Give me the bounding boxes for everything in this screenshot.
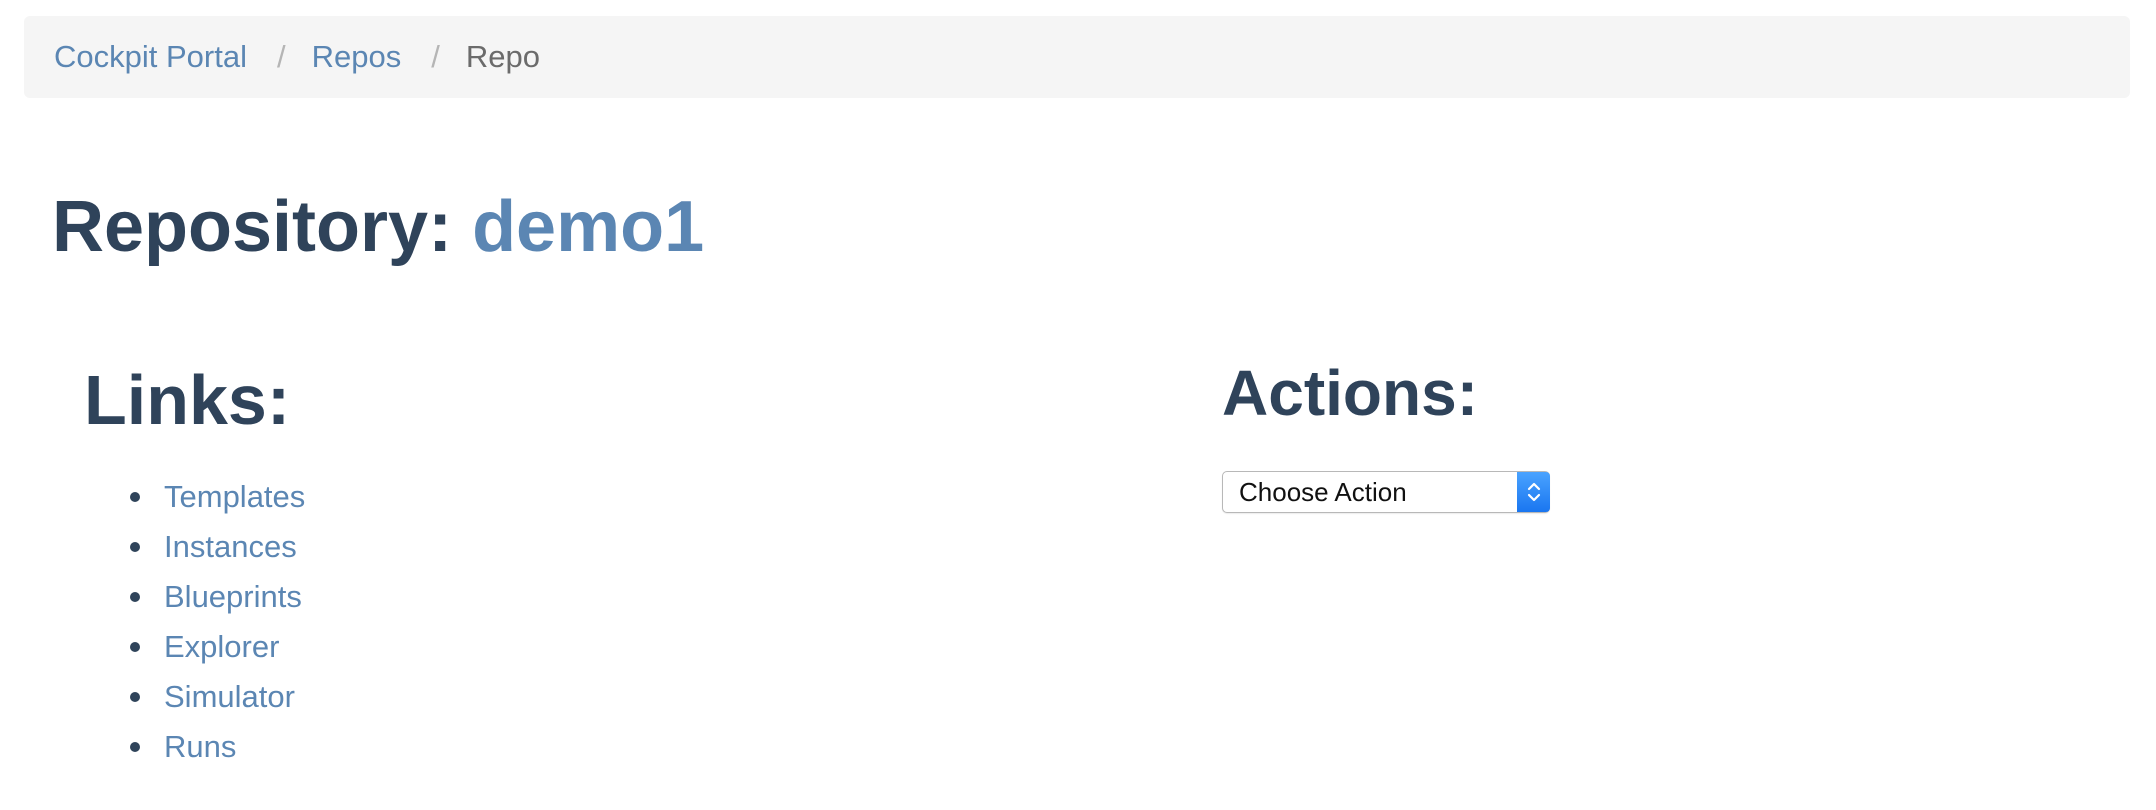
link-blueprints[interactable]: Blueprints (164, 579, 302, 615)
bullet-icon (130, 742, 140, 752)
updown-chevron-svg (1527, 482, 1540, 502)
link-runs[interactable]: Runs (164, 729, 236, 765)
breadcrumb-separator: / (431, 39, 440, 74)
list-item: Instances (130, 522, 305, 572)
page-title-prefix: Repository: (52, 187, 453, 267)
list-item: Simulator (130, 672, 305, 722)
breadcrumb-separator: / (276, 39, 286, 74)
repo-name-link[interactable]: demo1 (472, 187, 704, 267)
updown-chevron-icon[interactable] (1517, 472, 1550, 512)
link-instances[interactable]: Instances (164, 529, 297, 565)
link-templates[interactable]: Templates (164, 479, 305, 515)
action-select-value: Choose Action (1239, 476, 1407, 507)
list-item: Explorer (130, 622, 305, 672)
breadcrumb-current: Repo (465, 39, 540, 74)
list-item: Blueprints (130, 572, 305, 622)
list-item: Runs (130, 722, 305, 772)
link-explorer[interactable]: Explorer (164, 629, 279, 665)
bullet-icon (130, 492, 140, 502)
page: Cockpit Portal / Repos / Repo Repository… (0, 0, 2156, 810)
bullet-icon (130, 642, 140, 652)
breadcrumb-link-repos[interactable]: Repos (312, 39, 402, 75)
bullet-icon (130, 692, 140, 702)
list-item: Templates (130, 472, 305, 522)
links-list: Templates Instances Blueprints Explorer … (130, 472, 305, 772)
link-simulator[interactable]: Simulator (164, 679, 295, 715)
bullet-icon (130, 542, 140, 552)
breadcrumb-link-cockpit-portal[interactable]: Cockpit Portal (54, 39, 247, 75)
page-title: Repository: demo1 (52, 187, 704, 267)
breadcrumb: Cockpit Portal / Repos / Repo (24, 16, 2130, 98)
bullet-icon (130, 592, 140, 602)
actions-heading: Actions: (1222, 357, 1478, 429)
links-heading: Links: (84, 361, 291, 439)
action-select[interactable]: Choose Action (1222, 471, 1550, 513)
